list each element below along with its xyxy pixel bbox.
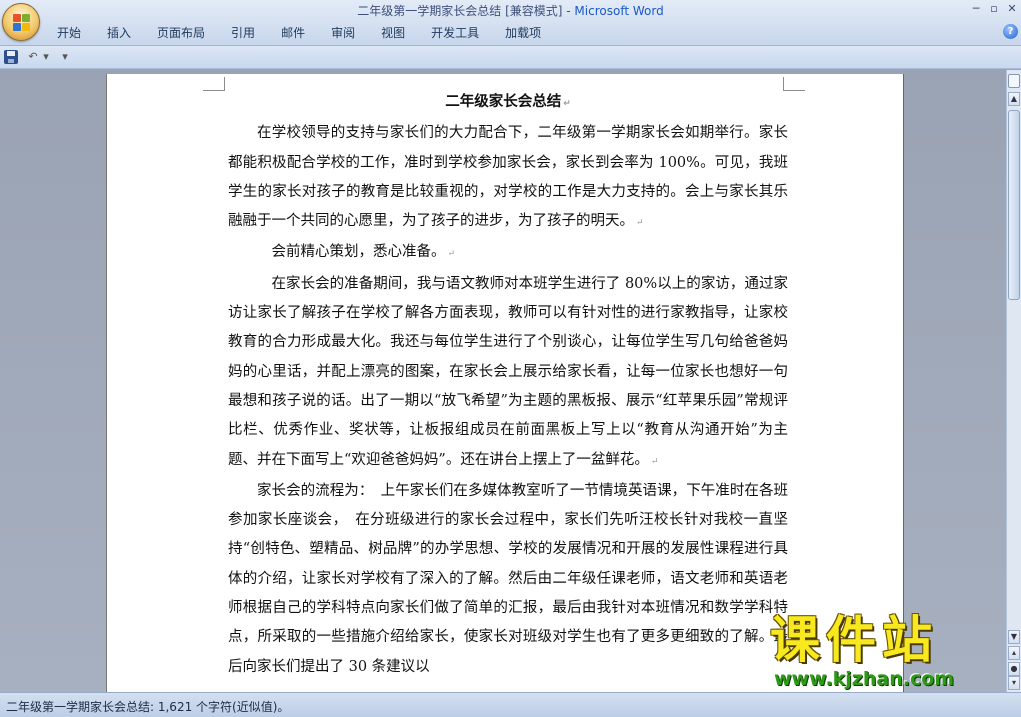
- paragraph: 在家长会的准备期间，我与语文教师对本班学生进行了 80%以上的家访，通过家访让家…: [228, 275, 788, 468]
- scroll-thumb[interactable]: [1008, 110, 1020, 300]
- next-page-icon[interactable]: ▾: [1008, 676, 1020, 690]
- margin-corner-mark: [203, 77, 225, 91]
- close-button[interactable]: ✕: [1004, 2, 1020, 15]
- tab-insert[interactable]: 插入: [94, 24, 144, 42]
- title-bar: 二年级第一学期家长会总结 [兼容模式] - Microsoft Word ─ ▫…: [0, 0, 1021, 46]
- window-title-document: 二年级第一学期家长会总结 [兼容模式] -: [357, 4, 575, 18]
- tab-view[interactable]: 视图: [368, 24, 418, 42]
- vertical-scrollbar[interactable]: ▲ ▼ ▴ ● ▾: [1006, 70, 1021, 692]
- tab-developer[interactable]: 开发工具: [418, 24, 492, 42]
- paragraph-mark: ↵: [650, 456, 659, 467]
- tab-mailings[interactable]: 邮件: [268, 24, 318, 42]
- paragraph-mark: ↵: [447, 249, 456, 260]
- paragraph-mark: ↵: [563, 99, 571, 109]
- minimize-button[interactable]: ─: [968, 2, 984, 15]
- document-body[interactable]: 二年级家长会总结 ↵ 在学校领导的支持与家长们的大力配合下，二年级第一学期家长会如…: [228, 88, 788, 682]
- previous-page-icon[interactable]: ▴: [1008, 646, 1020, 660]
- paragraph-mark: ↵: [636, 218, 644, 229]
- tab-home[interactable]: 开始: [44, 24, 94, 42]
- paragraph: 在学校领导的支持与家长们的大力配合下，二年级第一学期家长会如期举行。家长都能积极…: [228, 125, 788, 230]
- select-browse-object-icon[interactable]: ●: [1008, 662, 1020, 676]
- paragraph: 会前精心策划，悉心准备。 ↵: [271, 244, 456, 261]
- undo-dropdown-icon[interactable]: ▾: [42, 50, 50, 65]
- tab-add-ins[interactable]: 加载项: [492, 24, 554, 42]
- status-bar: 二年级第一学期家长会总结: 1,621 个字符(近似值)。: [0, 692, 1021, 717]
- help-icon[interactable]: ?: [1003, 24, 1018, 39]
- customize-toolbar-icon[interactable]: ▾: [60, 50, 70, 65]
- quick-access-toolbar: ↶ ▾ ▾: [0, 46, 1021, 69]
- scroll-up-icon[interactable]: ▲: [1008, 92, 1020, 106]
- tab-page-layout[interactable]: 页面布局: [144, 24, 218, 42]
- window-title: 二年级第一学期家长会总结 [兼容模式] - Microsoft Word: [0, 2, 1021, 19]
- save-icon[interactable]: [4, 50, 18, 64]
- document-page[interactable]: 二年级家长会总结 ↵ 在学校领导的支持与家长们的大力配合下，二年级第一学期家长会如…: [107, 74, 903, 692]
- window-title-app: Microsoft Word: [574, 4, 664, 18]
- maximize-button[interactable]: ▫: [986, 2, 1002, 15]
- undo-icon[interactable]: ↶: [26, 50, 40, 65]
- ribbon-tabs: 开始 插入 页面布局 引用 邮件 审阅 视图 开发工具 加载项: [44, 24, 554, 42]
- tab-review[interactable]: 审阅: [318, 24, 368, 42]
- document-heading: 二年级家长会总结 ↵: [445, 94, 571, 110]
- word-count-status[interactable]: 二年级第一学期家长会总结: 1,621 个字符(近似值)。: [6, 698, 289, 715]
- paragraph: 家长会的流程为： 上午家长们在多媒体教室听了一节情境英语课，下午准时在各班参加家…: [228, 482, 788, 675]
- scroll-down-icon[interactable]: ▼: [1008, 630, 1020, 644]
- tab-references[interactable]: 引用: [218, 24, 268, 42]
- view-ruler-icon[interactable]: [1008, 74, 1020, 88]
- document-workspace: 二年级家长会总结 ↵ 在学校领导的支持与家长们的大力配合下，二年级第一学期家长会如…: [0, 70, 1006, 692]
